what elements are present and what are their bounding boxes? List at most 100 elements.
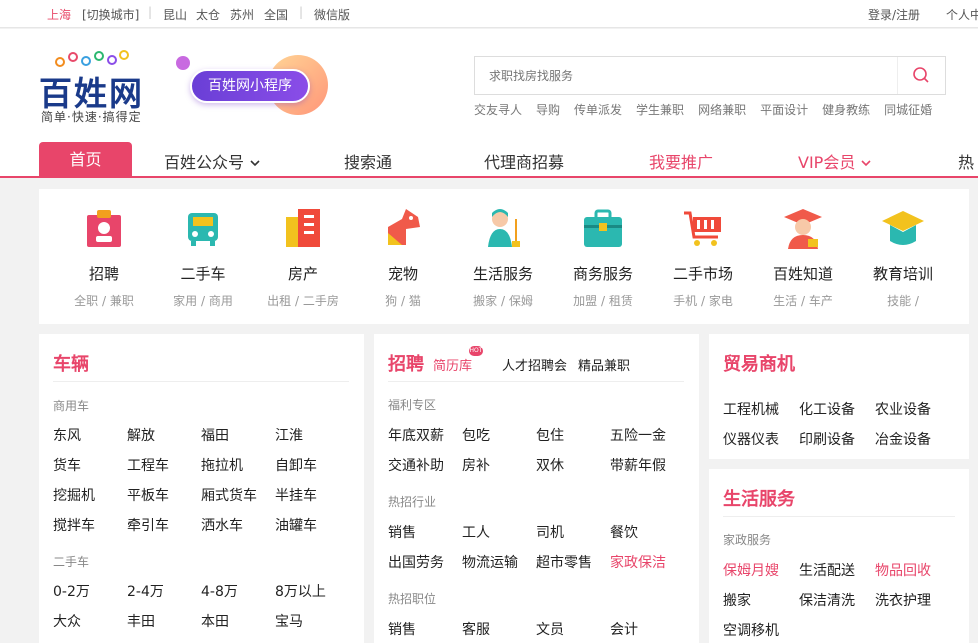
link[interactable]: 房补 [462, 455, 536, 475]
link[interactable]: 平板车 [127, 485, 201, 505]
mini-program-button[interactable]: 百姓网小程序 [190, 69, 310, 103]
hotword-link[interactable]: 健身教练 [822, 103, 870, 117]
link[interactable]: 货车 [53, 455, 127, 475]
link[interactable]: 大众 [53, 611, 127, 631]
link[interactable]: 交通补助 [388, 455, 462, 475]
hotword-link[interactable]: 导购 [536, 103, 560, 117]
nav-home[interactable]: 首页 [39, 142, 132, 178]
link[interactable]: 解放 [127, 425, 201, 445]
link[interactable]: 洗衣护理 [875, 590, 951, 610]
search-input[interactable] [475, 57, 895, 94]
talent-fair-link[interactable]: 人才招聘会 [502, 355, 567, 374]
link[interactable]: 洒水车 [201, 515, 275, 535]
category-recruit[interactable]: 招聘 全职 / 兼职 [56, 189, 152, 309]
section-title-vehicles[interactable]: 车辆 [53, 350, 89, 376]
category-education[interactable]: 教育培训 技能 / [855, 189, 951, 309]
city-link-suzhou[interactable]: 苏州 [230, 6, 254, 23]
login-register-link[interactable]: 登录/注册 [868, 6, 920, 23]
link[interactable]: 司机 [536, 522, 610, 542]
link[interactable]: 餐饮 [610, 522, 684, 542]
hotword-link[interactable]: 同城征婚 [884, 103, 932, 117]
personal-center-link[interactable]: 个人中 [946, 6, 978, 23]
search-button[interactable] [897, 57, 945, 94]
link[interactable]: 包吃 [462, 425, 536, 445]
category-baixing-knows[interactable]: 百姓知道 生活 / 车产 [755, 189, 851, 309]
link[interactable]: 销售 [388, 522, 462, 542]
nav-vip[interactable]: VIP会员 [798, 149, 872, 173]
hotword-link[interactable]: 平面设计 [760, 103, 808, 117]
link[interactable]: 丰田 [127, 611, 201, 631]
link[interactable]: 会计 [610, 619, 684, 639]
link[interactable]: 本田 [201, 611, 275, 631]
link[interactable]: 包住 [536, 425, 610, 445]
link[interactable]: 生活配送 [799, 560, 875, 580]
link[interactable]: 8万以上 [275, 581, 349, 601]
link[interactable]: 拖拉机 [201, 455, 275, 475]
category-used-car[interactable]: 二手车 家用 / 商用 [155, 189, 251, 309]
category-second-hand[interactable]: 二手市场 手机 / 家电 [655, 189, 751, 309]
city-link-national[interactable]: 全国 [264, 6, 288, 23]
link[interactable]: 带薪年假 [610, 455, 684, 475]
link[interactable]: 五险一金 [610, 425, 684, 445]
category-pet[interactable]: 宠物 狗 / 猫 [355, 189, 451, 309]
category-business-service[interactable]: 商务服务 加盟 / 租赁 [555, 189, 651, 309]
link[interactable]: 搅拌车 [53, 515, 127, 535]
section-title-recruit[interactable]: 招聘 [388, 350, 424, 376]
nav-agent-recruit[interactable]: 代理商招募 [484, 149, 564, 173]
hotword-link[interactable]: 学生兼职 [636, 103, 684, 117]
nav-official-account[interactable]: 百姓公众号 [164, 149, 261, 173]
section-title-life-service[interactable]: 生活服务 [723, 485, 795, 511]
resume-library-link[interactable]: 简历库 [433, 355, 472, 374]
link[interactable]: 出国劳务 [388, 552, 462, 572]
current-city[interactable]: 上海 [47, 6, 71, 23]
link[interactable]: 仪器仪表 [723, 429, 799, 449]
link[interactable]: 工程机械 [723, 399, 799, 419]
link[interactable]: 物流运输 [462, 552, 536, 572]
link[interactable]: 客服 [462, 619, 536, 639]
link[interactable]: 2-4万 [127, 581, 201, 601]
link[interactable]: 空调移机 [723, 620, 799, 640]
link[interactable]: 文员 [536, 619, 610, 639]
city-link-taicang[interactable]: 太仓 [196, 6, 220, 23]
link[interactable]: 厢式货车 [201, 485, 275, 505]
hotword-link[interactable]: 网络兼职 [698, 103, 746, 117]
link[interactable]: 油罐车 [275, 515, 349, 535]
link[interactable]: 保姆月嫂 [723, 560, 799, 580]
link[interactable]: 宝马 [275, 611, 349, 631]
hotword-link[interactable]: 传单派发 [574, 103, 622, 117]
link[interactable]: 搬家 [723, 590, 799, 610]
link[interactable]: 物品回收 [875, 560, 951, 580]
link[interactable]: 家政保洁 [610, 552, 684, 572]
link[interactable]: 农业设备 [875, 399, 951, 419]
link[interactable]: 江淮 [275, 425, 349, 445]
link[interactable]: 0-2万 [53, 581, 127, 601]
section-title-trade[interactable]: 贸易商机 [723, 350, 795, 376]
city-link-kunshan[interactable]: 昆山 [163, 6, 187, 23]
link[interactable]: 牵引车 [127, 515, 201, 535]
link[interactable]: 双休 [536, 455, 610, 475]
link[interactable]: 印刷设备 [799, 429, 875, 449]
hotword-link[interactable]: 交友寻人 [474, 103, 522, 117]
category-life-service[interactable]: 生活服务 搬家 / 保姆 [455, 189, 551, 309]
link[interactable]: 工人 [462, 522, 536, 542]
link[interactable]: 东风 [53, 425, 127, 445]
link[interactable]: 挖掘机 [53, 485, 127, 505]
nav-promote[interactable]: 我要推广 [649, 149, 713, 173]
premium-parttime-link[interactable]: 精品兼职 [578, 355, 630, 374]
link[interactable]: 福田 [201, 425, 275, 445]
switch-city-link[interactable]: [切换城市] [82, 6, 139, 23]
link[interactable]: 化工设备 [799, 399, 875, 419]
link[interactable]: 保洁清洗 [799, 590, 875, 610]
link[interactable]: 年底双薪 [388, 425, 462, 445]
category-real-estate[interactable]: 房产 出租 / 二手房 [255, 189, 351, 309]
wechat-version-link[interactable]: 微信版 [314, 6, 350, 23]
link[interactable]: 4-8万 [201, 581, 275, 601]
link[interactable]: 自卸车 [275, 455, 349, 475]
link[interactable]: 销售 [388, 619, 462, 639]
link[interactable]: 超市零售 [536, 552, 610, 572]
nav-search-pass[interactable]: 搜索通 [344, 149, 392, 173]
link[interactable]: 半挂车 [275, 485, 349, 505]
nav-hot[interactable]: 热 [958, 149, 974, 173]
link[interactable]: 工程车 [127, 455, 201, 475]
link[interactable]: 冶金设备 [875, 429, 951, 449]
